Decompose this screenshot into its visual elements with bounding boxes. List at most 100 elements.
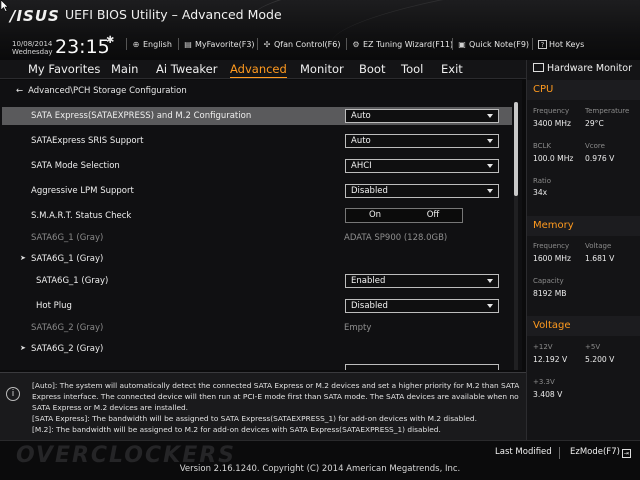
capacity-value: 8192 MB [533, 289, 567, 298]
info-row-sata6g2: SATA6G_2 (Gray) Empty [2, 319, 512, 337]
hardware-monitor-title: Hardware Monitor [533, 63, 632, 74]
dropdown-value: AHCI [351, 161, 372, 171]
toolbar-divider [532, 38, 533, 50]
back-arrow-icon[interactable]: ← [16, 86, 23, 96]
date-value: 10/08/2014 [12, 40, 53, 48]
sata-express-m2-dropdown[interactable]: Auto [345, 109, 499, 123]
footer-bar: OVERCLOCKERS Last Modified EzMode(F7) ⇥ V… [0, 440, 640, 480]
menu-exit[interactable]: Exit [441, 62, 463, 76]
info-label: SATA6G_1 (Gray) [31, 233, 104, 243]
quick-note-button[interactable]: ▣ Quick Note(F9) [457, 40, 529, 49]
ratio-label: Ratio [533, 177, 551, 185]
setting-row-sata6g1-port[interactable]: SATA6G_1 (Gray) Enabled [2, 272, 512, 290]
info-row-sata6g1: SATA6G_1 (Gray) ADATA SP900 (128.0GB) [2, 229, 512, 247]
setting-row-hot-plug[interactable]: Hot Plug Disabled [2, 297, 512, 315]
v33-value: 3.408 V [533, 390, 563, 399]
menu-main[interactable]: Main [111, 62, 138, 76]
cpu-frequency-label: Frequency [533, 107, 570, 115]
chevron-down-icon [487, 279, 493, 283]
setting-row-sris[interactable]: SATAExpress SRIS Support Auto [2, 132, 512, 150]
memory-frequency-label: Frequency [533, 242, 570, 250]
footer-divider [559, 447, 560, 459]
menu-boot[interactable]: Boot [359, 62, 385, 76]
app-title: UEFI BIOS Utility – Advanced Mode [65, 7, 282, 22]
menu-my-favorites[interactable]: My Favorites [28, 62, 100, 76]
sris-dropdown[interactable]: Auto [345, 134, 499, 148]
setting-label: Hot Plug [36, 301, 72, 311]
info-value: ADATA SP900 (128.0GB) [344, 233, 448, 243]
memory-section-header: Memory [527, 216, 640, 236]
scrollbar-thumb[interactable] [514, 102, 518, 196]
v12-label: +12V [533, 343, 553, 351]
help-text-line: SATA Express or M.2 devices are installe… [32, 403, 189, 412]
expand-arrow-icon: ➤ [20, 254, 26, 262]
v12-value: 12.192 V [533, 355, 568, 364]
cpu-frequency-value: 3400 MHz [533, 119, 571, 128]
monitor-icon [533, 63, 544, 72]
qfan-control-button[interactable]: ✣ Qfan Control(F6) [262, 40, 341, 49]
setting-row-sata-mode[interactable]: SATA Mode Selection AHCI [2, 157, 512, 175]
lpm-dropdown[interactable]: Disabled [345, 184, 499, 198]
vcore-value: 0.976 V [585, 154, 615, 163]
setting-row-sata-express-m2[interactable]: SATA Express(SATAEXPRESS) and M.2 Config… [2, 107, 512, 125]
menu-advanced[interactable]: Advanced [230, 62, 287, 78]
cpu-temperature-label: Temperature [585, 107, 630, 115]
exit-to-ezmode-icon: ⇥ [621, 449, 631, 458]
breadcrumb-path: Advanced\PCH Storage Configuration [28, 86, 187, 96]
setting-row-lpm[interactable]: Aggressive LPM Support Disabled [2, 182, 512, 200]
menu-monitor[interactable]: Monitor [300, 62, 344, 76]
partial-dropdown[interactable] [345, 364, 499, 370]
version-text: Version 2.16.1240. Copyright (C) 2014 Am… [179, 464, 461, 474]
memory-frequency-value: 1600 MHz [533, 254, 571, 263]
setting-row-partial[interactable] [2, 362, 512, 370]
memory-voltage-label: Voltage [585, 242, 612, 250]
hardware-monitor-label: Hardware Monitor [547, 63, 632, 74]
dropdown-value: Enabled [351, 276, 386, 286]
ezmode-button[interactable]: EzMode(F7) ⇥ [570, 447, 631, 458]
memory-heading: Memory [533, 220, 574, 231]
ez-tuning-wizard-button[interactable]: ⚙ EZ Tuning Wizard(F11) [351, 40, 453, 49]
group-row-sata6g2[interactable]: ➤ SATA6G_2 (Gray) [2, 340, 512, 358]
expand-arrow-icon: ➤ [20, 344, 26, 352]
language-button[interactable]: ⊕ English [131, 40, 172, 49]
top-header: /ISUS UEFI BIOS Utility – Advanced Mode … [0, 0, 640, 60]
myfavorite-button[interactable]: ▤ MyFavorite(F3) [183, 40, 255, 49]
group-row-sata6g1[interactable]: ➤ SATA6G_1 (Gray) [2, 250, 512, 268]
last-modified-button[interactable]: Last Modified [495, 447, 552, 457]
dropdown-value: Auto [351, 111, 371, 121]
hot-plug-dropdown[interactable]: Disabled [345, 299, 499, 313]
hot-keys-button[interactable]: ? Hot Keys [538, 40, 584, 49]
quick-note-label: Quick Note(F9) [469, 40, 530, 49]
dropdown-value: Disabled [351, 186, 388, 196]
sata-mode-dropdown[interactable]: AHCI [345, 159, 499, 173]
sata6g1-port-dropdown[interactable]: Enabled [345, 274, 499, 288]
main-menu: My Favorites Main Ai Tweaker Advanced Mo… [0, 60, 526, 79]
voltage-heading: Voltage [533, 320, 571, 331]
chevron-down-icon [487, 164, 493, 168]
hot-keys-label: Hot Keys [549, 40, 585, 49]
setting-label: SATA6G_1 (Gray) [36, 276, 109, 286]
menu-tool[interactable]: Tool [401, 62, 423, 76]
smart-toggle[interactable]: On Off [345, 208, 463, 223]
chevron-down-icon [487, 304, 493, 308]
myfavorite-label: MyFavorite(F3) [195, 40, 255, 49]
fan-icon: ✣ [263, 40, 271, 49]
language-label: English [143, 40, 172, 49]
voltage-section-header: Voltage [527, 316, 640, 336]
setting-label: S.M.A.R.T. Status Check [31, 211, 132, 221]
clock-settings-gear-icon[interactable]: ✱ [106, 35, 114, 46]
toolbar-divider [178, 38, 179, 50]
toggle-on-option[interactable]: On [346, 209, 404, 222]
setting-label: SATA Express(SATAEXPRESS) and M.2 Config… [31, 111, 252, 121]
day-value: Wednesday [12, 48, 53, 56]
setting-row-smart[interactable]: S.M.A.R.T. Status Check On Off [2, 207, 512, 225]
breadcrumb[interactable]: ← Advanced\PCH Storage Configuration [16, 86, 187, 96]
menu-ai-tweaker[interactable]: Ai Tweaker [156, 62, 217, 76]
qfan-label: Qfan Control(F6) [274, 40, 341, 49]
help-text-line: Express interface. The connected device … [32, 392, 519, 401]
info-value: Empty [344, 323, 372, 333]
info-icon: i [6, 387, 20, 401]
toggle-off-option[interactable]: Off [404, 209, 462, 222]
hardware-monitor-panel: Hardware Monitor CPU Frequency Temperatu… [526, 60, 640, 440]
mouse-cursor-icon [1, 0, 9, 12]
